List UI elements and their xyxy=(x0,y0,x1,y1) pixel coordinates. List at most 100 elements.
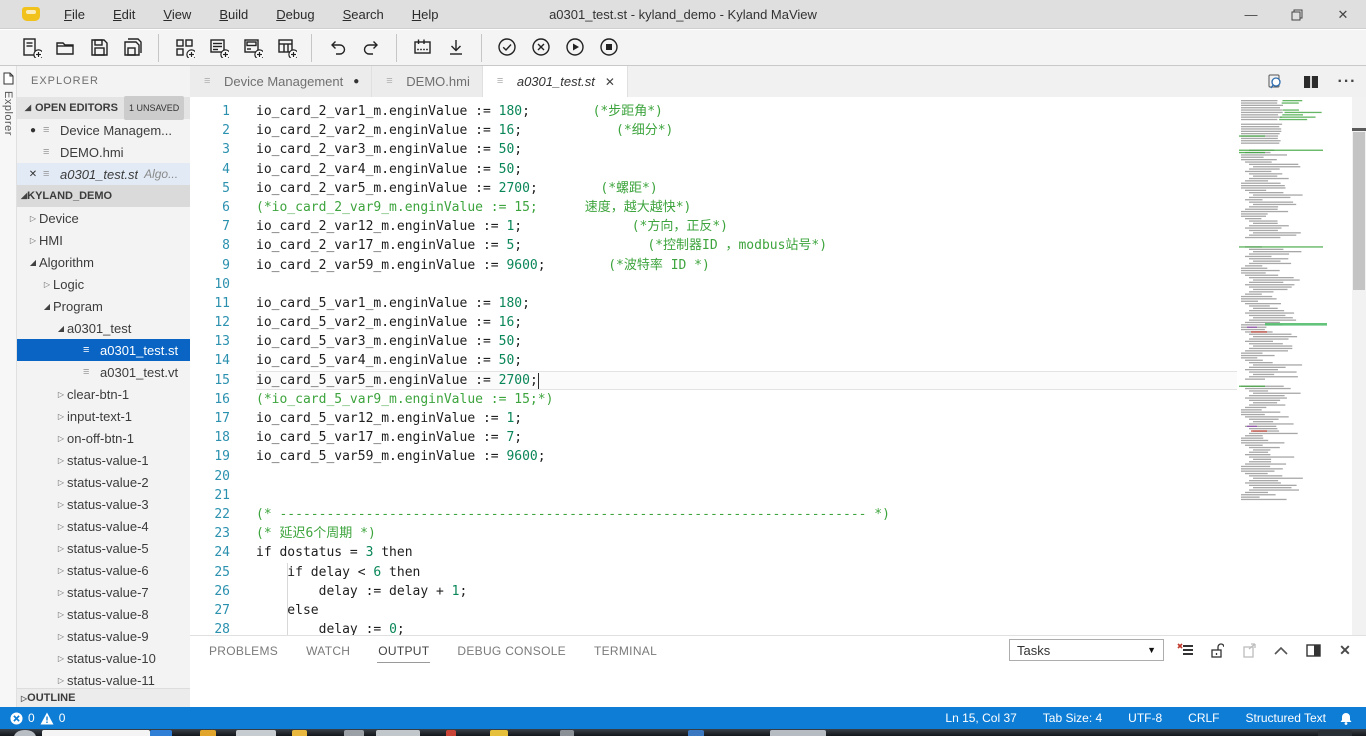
panel-tab-watch[interactable]: WATCH xyxy=(305,640,351,662)
tree-item-status-value-9[interactable]: ▷status-value-9 xyxy=(17,625,190,647)
download-button[interactable] xyxy=(439,33,473,63)
twistie-expanded-icon[interactable]: ◢ xyxy=(27,258,39,267)
twistie-collapsed-icon[interactable]: ▷ xyxy=(55,610,67,619)
tree-item-Device[interactable]: ▷Device xyxy=(17,207,190,229)
tree-item-Algorithm[interactable]: ◢Algorithm xyxy=(17,251,190,273)
code-line-3[interactable]: 3io_card_2_var3_m.enginValue := 50; xyxy=(190,140,1237,159)
code-line-5[interactable]: 5io_card_2_var5_m.enginValue := 2700; (*… xyxy=(190,179,1237,198)
code-line-25[interactable]: 25 if delay < 6 then xyxy=(190,563,1237,582)
code-line-4[interactable]: 4io_card_2_var4_m.enginValue := 50; xyxy=(190,160,1237,179)
restore-button[interactable] xyxy=(1274,0,1320,29)
menu-item-edit[interactable]: Edit xyxy=(99,0,149,29)
code-line-27[interactable]: 27 else xyxy=(190,601,1237,620)
tree-item-status-value-6[interactable]: ▷status-value-6 xyxy=(17,559,190,581)
code-line-8[interactable]: 8io_card_2_var17_m.enginValue := 5; (*控制… xyxy=(190,236,1237,255)
code-line-17[interactable]: 17io_card_5_var12_m.enginValue := 1; xyxy=(190,409,1237,428)
notifications-bell-icon[interactable] xyxy=(1340,712,1352,725)
panel-tab-terminal[interactable]: TERMINAL xyxy=(593,640,658,662)
minimize-button[interactable]: — xyxy=(1228,0,1274,29)
run-button[interactable] xyxy=(558,33,592,63)
tab-Device Management[interactable]: ≡Device Management● xyxy=(190,66,372,97)
close-panel-icon[interactable]: ✕ xyxy=(1334,639,1356,661)
status-item-1[interactable]: Tab Size: 4 xyxy=(1043,711,1102,725)
scrollbar-thumb[interactable] xyxy=(1353,132,1365,290)
save-all-button[interactable] xyxy=(116,33,150,63)
menu-item-debug[interactable]: Debug xyxy=(262,0,328,29)
code-line-24[interactable]: 24if dostatus = 3 then xyxy=(190,543,1237,562)
open-editor-item[interactable]: ≡DEMO.hmi xyxy=(17,141,190,163)
code-line-19[interactable]: 19io_card_5_var59_m.enginValue := 9600; xyxy=(190,447,1237,466)
maximize-panel-icon[interactable] xyxy=(1302,639,1324,661)
twistie-collapsed-icon[interactable]: ▷ xyxy=(27,236,39,245)
open-editor-item[interactable]: ●≡Device Managem... xyxy=(17,119,190,141)
code-line-20[interactable]: 20 xyxy=(190,467,1237,486)
output-channel-select[interactable]: Tasks ▼ xyxy=(1009,639,1164,661)
twistie-collapsed-icon[interactable]: ▷ xyxy=(55,522,67,531)
taskbar-app-4[interactable] xyxy=(236,730,276,736)
twistie-collapsed-icon[interactable]: ▷ xyxy=(55,390,67,399)
tree-item-status-value-1[interactable]: ▷status-value-1 xyxy=(17,449,190,471)
undo-button[interactable] xyxy=(320,33,354,63)
collapse-panel-icon[interactable] xyxy=(1270,639,1292,661)
twistie-collapsed-icon[interactable]: ▷ xyxy=(55,676,67,685)
code-line-22[interactable]: 22(* -----------------------------------… xyxy=(190,505,1237,524)
code-line-10[interactable]: 10 xyxy=(190,275,1237,294)
redo-button[interactable] xyxy=(354,33,388,63)
tree-item-input-text-1[interactable]: ▷input-text-1 xyxy=(17,405,190,427)
panel-tab-problems[interactable]: PROBLEMS xyxy=(208,640,279,662)
tree-item-a0301_test.st[interactable]: ≡a0301_test.st xyxy=(17,339,190,361)
taskbar-app-13[interactable] xyxy=(1318,730,1352,736)
twistie-collapsed-icon[interactable]: ▷ xyxy=(55,478,67,487)
status-item-4[interactable]: Structured Text xyxy=(1246,711,1326,725)
tree-item-on-off-btn-1[interactable]: ▷on-off-btn-1 xyxy=(17,427,190,449)
tree-item-status-value-10[interactable]: ▷status-value-10 xyxy=(17,647,190,669)
twistie-collapsed-icon[interactable]: ▷ xyxy=(55,412,67,421)
status-item-3[interactable]: CRLF xyxy=(1188,711,1219,725)
save-button[interactable] xyxy=(82,33,116,63)
code-line-11[interactable]: 11io_card_5_var1_m.enginValue := 180; xyxy=(190,294,1237,313)
open-editors-header[interactable]: ◢ OPEN EDITORS 1 UNSAVED xyxy=(17,97,190,119)
io-module-button[interactable] xyxy=(405,33,439,63)
status-item-0[interactable]: Ln 15, Col 37 xyxy=(945,711,1016,725)
taskbar-app-0[interactable] xyxy=(14,730,36,736)
tree-item-clear-btn-1[interactable]: ▷clear-btn-1 xyxy=(17,383,190,405)
twistie-collapsed-icon[interactable]: ▷ xyxy=(55,632,67,641)
cancel-button[interactable] xyxy=(524,33,558,63)
tab-DEMO.hmi[interactable]: ≡DEMO.hmi xyxy=(372,66,483,97)
code-content[interactable]: 1io_card_2_var1_m.enginValue := 180; (*步… xyxy=(190,97,1237,635)
tree-item-Logic[interactable]: ▷Logic xyxy=(17,273,190,295)
stop-button[interactable] xyxy=(592,33,626,63)
tree-item-status-value-8[interactable]: ▷status-value-8 xyxy=(17,603,190,625)
code-line-9[interactable]: 9io_card_2_var59_m.enginValue := 9600; (… xyxy=(190,256,1237,275)
menu-item-help[interactable]: Help xyxy=(398,0,453,29)
open-folder-button[interactable] xyxy=(48,33,82,63)
tree-item-status-value-5[interactable]: ▷status-value-5 xyxy=(17,537,190,559)
twistie-collapsed-icon[interactable]: ▷ xyxy=(55,654,67,663)
twistie-expanded-icon[interactable]: ◢ xyxy=(41,302,53,311)
tree-item-HMI[interactable]: ▷HMI xyxy=(17,229,190,251)
panel-tab-output[interactable]: OUTPUT xyxy=(377,640,430,663)
twistie-collapsed-icon[interactable]: ▷ xyxy=(55,566,67,575)
twistie-collapsed-icon[interactable]: ▷ xyxy=(27,214,39,223)
menu-item-build[interactable]: Build xyxy=(205,0,262,29)
twistie-collapsed-icon[interactable]: ▷ xyxy=(55,544,67,553)
taskbar-app-8[interactable] xyxy=(446,730,456,736)
open-preview-icon[interactable] xyxy=(1264,71,1286,93)
twistie-collapsed-icon[interactable]: ▷ xyxy=(55,434,67,443)
tree-item-a0301_test.vt[interactable]: ≡a0301_test.vt xyxy=(17,361,190,383)
twistie-expanded-icon[interactable]: ◢ xyxy=(55,324,67,333)
twistie-collapsed-icon[interactable]: ▷ xyxy=(55,500,67,509)
tree-item-status-value-3[interactable]: ▷status-value-3 xyxy=(17,493,190,515)
code-line-13[interactable]: 13io_card_5_var3_m.enginValue := 50; xyxy=(190,332,1237,351)
explorer-icon[interactable] xyxy=(2,72,14,85)
code-line-2[interactable]: 2io_card_2_var2_m.enginValue := 16; (*细分… xyxy=(190,121,1237,140)
taskbar-app-2[interactable] xyxy=(150,730,172,736)
tree-item-status-value-4[interactable]: ▷status-value-4 xyxy=(17,515,190,537)
twistie-collapsed-icon[interactable]: ▷ xyxy=(41,280,53,289)
new-file-button[interactable] xyxy=(14,33,48,63)
menu-item-view[interactable]: View xyxy=(149,0,205,29)
problems-status[interactable]: 0 0 xyxy=(0,711,65,725)
code-line-15[interactable]: 15io_card_5_var5_m.enginValue := 2700; xyxy=(190,371,1237,390)
code-line-1[interactable]: 1io_card_2_var1_m.enginValue := 180; (*步… xyxy=(190,102,1237,121)
code-line-16[interactable]: 16(*io_card_5_var9_m.enginValue := 15;*) xyxy=(190,390,1237,409)
